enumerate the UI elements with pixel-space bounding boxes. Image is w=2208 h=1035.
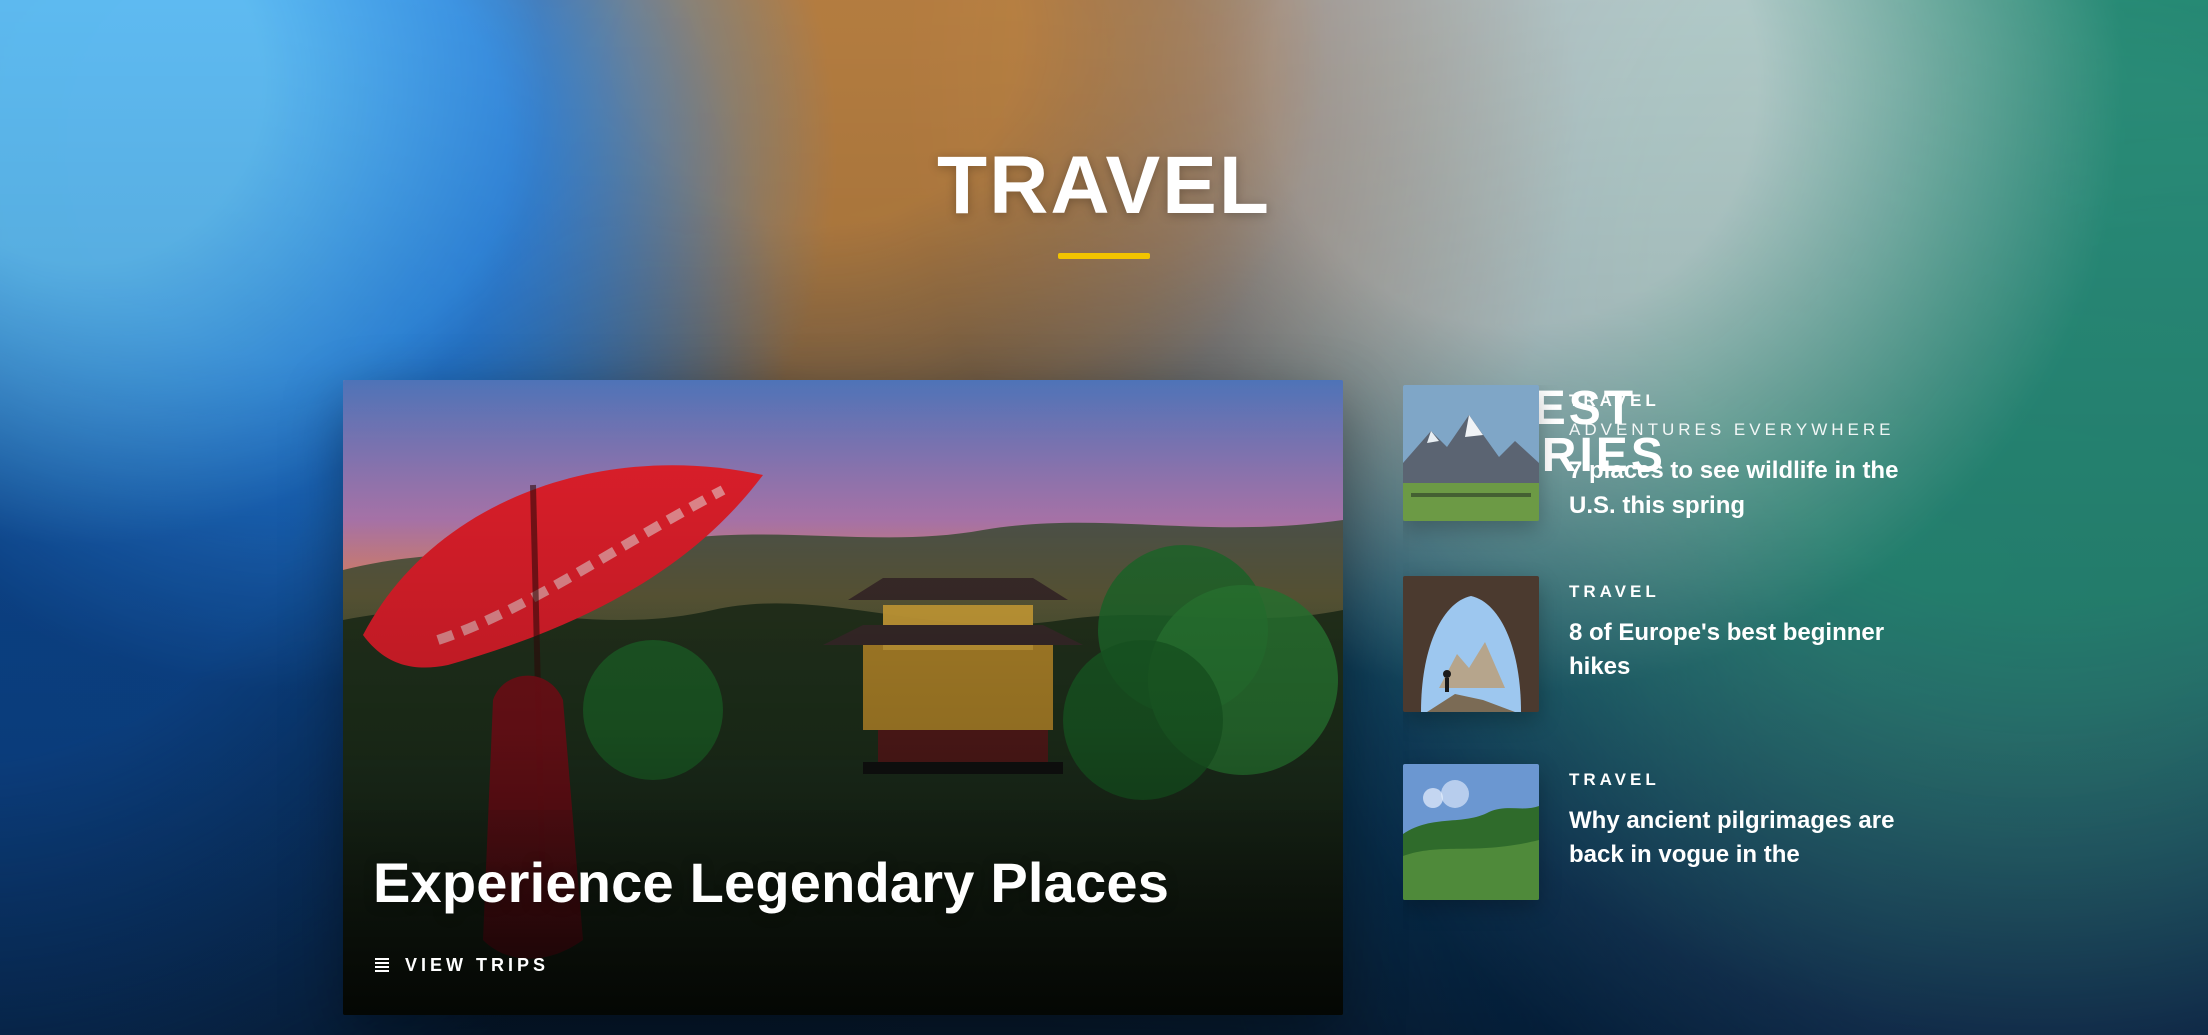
latest-stories: LATEST STORIES TRAVEL ADVENTURES EVERYWH…	[1403, 385, 1963, 900]
story-kicker-2: TRAVEL	[1569, 581, 1660, 601]
story-body-3: TRAVEL Why ancient pilgrimages are back …	[1569, 764, 1899, 874]
story-headline-1: 7 places to see wildlife in the U.S. thi…	[1569, 456, 1899, 519]
title-underline	[1058, 253, 1150, 259]
story-item-3[interactable]: TRAVEL Why ancient pilgrimages are back …	[1403, 763, 1963, 900]
featured-content: Experience Legendary Places VIEW TRIPS	[373, 850, 1313, 979]
story-kicker-3: TRAVEL	[1569, 769, 1660, 789]
landscape-icon	[1403, 763, 1539, 900]
view-trips-link[interactable]: VIEW TRIPS	[373, 955, 549, 976]
story-kicker-1: TRAVEL	[1569, 391, 1660, 410]
story-body-2: TRAVEL 8 of Europe's best beginner hikes	[1569, 576, 1899, 686]
story-headline-2: 8 of Europe's best beginner hikes	[1569, 618, 1885, 681]
story-item-2[interactable]: TRAVEL 8 of Europe's best beginner hikes	[1403, 575, 1963, 712]
story-thumbnail-1	[1403, 385, 1539, 521]
latest-stories-list: TRAVEL ADVENTURES EVERYWHERE 7 places to…	[1403, 385, 1963, 1035]
story-subkicker-1: ADVENTURES EVERYWHERE	[1569, 420, 1895, 439]
story-headline-3: Why ancient pilgrimages are back in vogu…	[1569, 806, 1895, 869]
view-trips-label: VIEW TRIPS	[405, 954, 550, 975]
page-header: TRAVEL	[0, 0, 2208, 260]
mountain-icon	[1403, 385, 1539, 521]
featured-trip-card[interactable]: Experience Legendary Places VIEW TRIPS	[343, 380, 1343, 1015]
cave-icon	[1403, 575, 1539, 712]
page-title: TRAVEL	[937, 140, 1271, 231]
story-body-1: TRAVEL ADVENTURES EVERYWHERE 7 places to…	[1569, 385, 1899, 524]
featured-title: Experience Legendary Places	[373, 850, 1170, 914]
story-thumbnail-2	[1403, 575, 1539, 712]
story-thumbnail-3	[1403, 763, 1539, 900]
list-icon	[373, 956, 391, 974]
story-item-1[interactable]: TRAVEL ADVENTURES EVERYWHERE 7 places to…	[1403, 385, 1963, 524]
